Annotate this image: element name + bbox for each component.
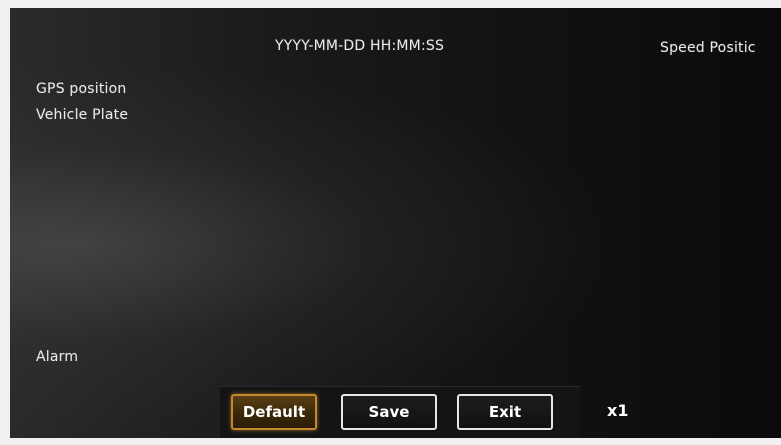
monitor-frame: YYYY-MM-DD HH:MM:SS Speed Positic GPS po… (0, 0, 781, 445)
vehicle-plate-overlay[interactable]: Vehicle Plate (36, 107, 128, 123)
alarm-overlay[interactable]: Alarm (36, 349, 78, 365)
osd-preview-screen: YYYY-MM-DD HH:MM:SS Speed Positic GPS po… (10, 8, 781, 438)
exit-button[interactable]: Exit (457, 394, 553, 430)
zoom-level-indicator: x1 (607, 401, 629, 420)
speed-position-overlay[interactable]: Speed Positic (660, 40, 756, 56)
gps-position-overlay[interactable]: GPS position (36, 81, 126, 97)
save-button[interactable]: Save (341, 394, 437, 430)
button-bar: Default Save Exit (220, 386, 580, 438)
timestamp-overlay[interactable]: YYYY-MM-DD HH:MM:SS (275, 38, 444, 54)
default-button[interactable]: Default (231, 394, 317, 430)
